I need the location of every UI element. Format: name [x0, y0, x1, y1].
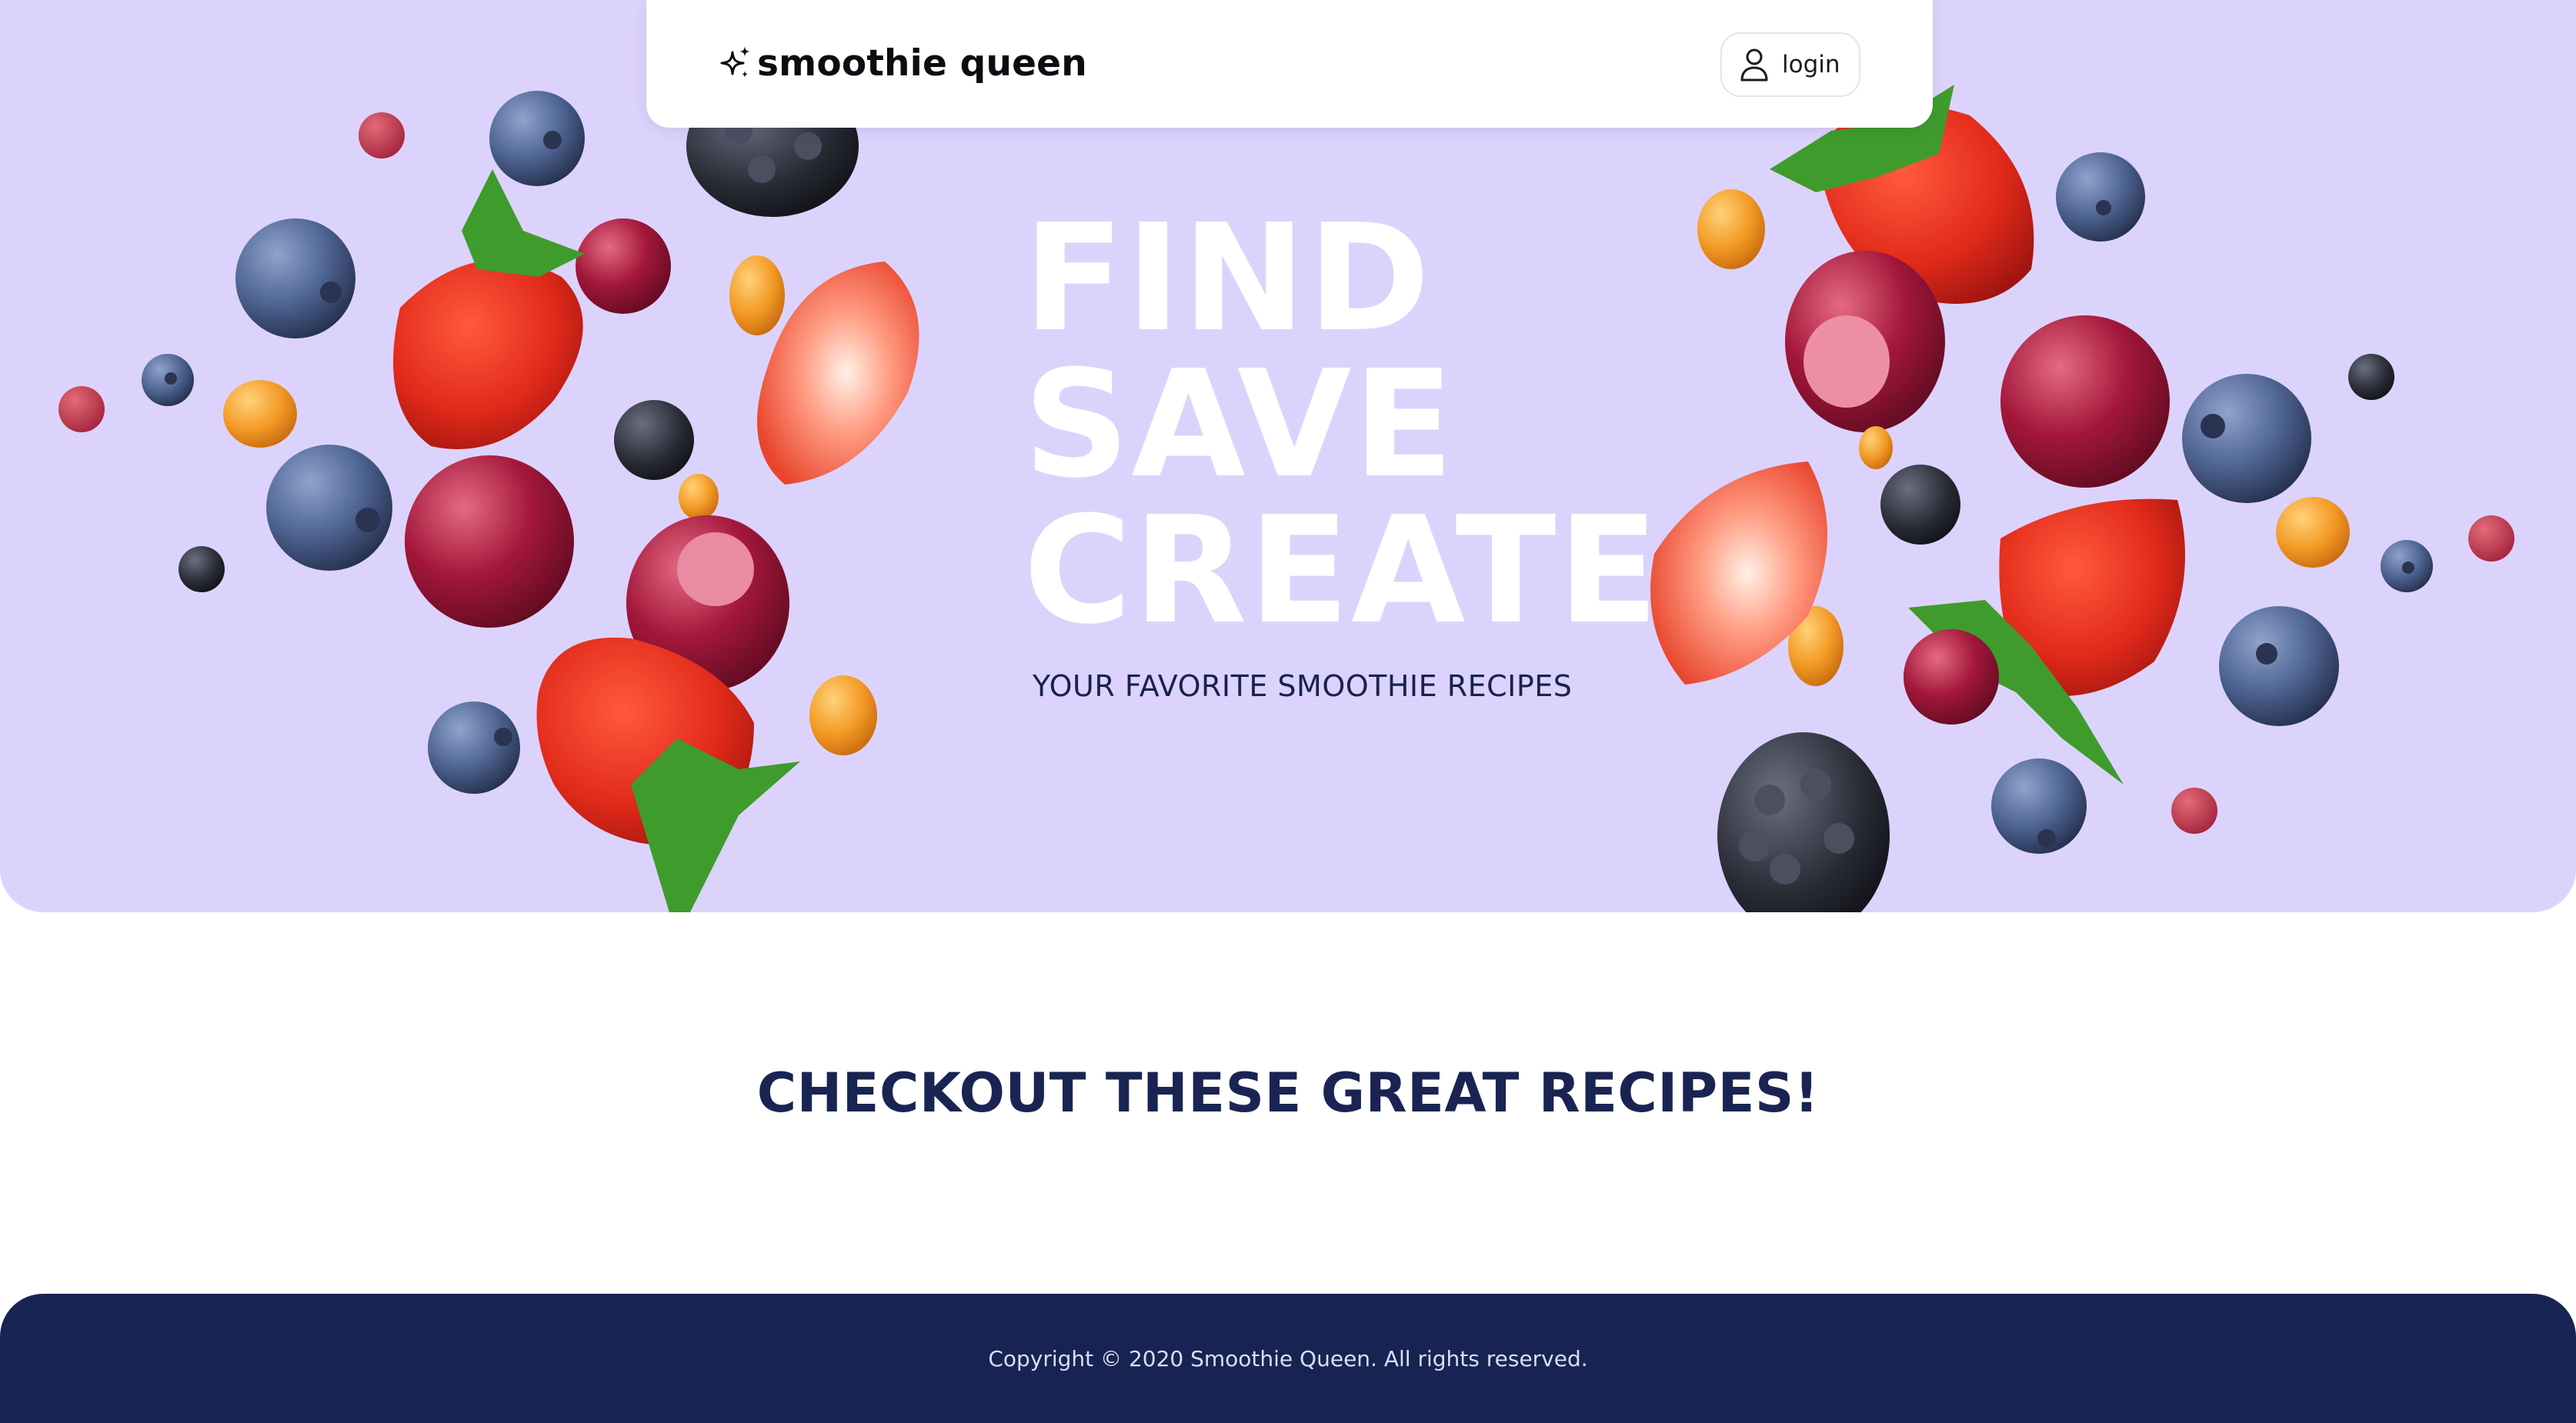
recipes-section-title: CHECKOUT THESE GREAT RECIPES!	[756, 1061, 1820, 1125]
blueberry	[2182, 374, 2311, 503]
sea-buckthorn	[2276, 497, 2350, 568]
blueberry	[2056, 152, 2145, 242]
brand-name: smoothie queen	[757, 42, 1087, 85]
footer: Copyright © 2020 Smoothie Queen. All rig…	[0, 1294, 2576, 1423]
copyright-text: Copyright © 2020 Smoothie Queen. All rig…	[988, 1346, 1588, 1371]
hero-headline: FIND SAVE CREATE	[1023, 193, 1660, 657]
black-currant	[1880, 465, 1960, 545]
strawberry	[393, 169, 585, 449]
blueberry	[2219, 606, 2339, 726]
cherry	[1904, 629, 1999, 725]
sparkles-icon	[720, 46, 750, 78]
strawberry	[1908, 498, 2185, 785]
red-currant	[58, 386, 105, 432]
brand-logo-link[interactable]: smoothie queen	[717, 42, 1087, 85]
user-icon	[1740, 48, 1768, 82]
cherry	[2000, 315, 2170, 488]
hero-banner: FIND SAVE CREATE YOUR FAVORITE SMOOTHIE …	[0, 0, 2576, 912]
red-currant	[2171, 788, 2217, 834]
sea-buckthorn	[223, 380, 297, 448]
cherry	[405, 455, 574, 628]
cherry	[576, 218, 671, 314]
blueberry	[142, 354, 194, 406]
strawberry-half	[1650, 462, 1827, 685]
sea-buckthorn	[1859, 426, 1893, 469]
cherry-half	[1785, 251, 1945, 432]
strawberry	[536, 637, 800, 912]
cherry-half	[626, 515, 789, 691]
sea-buckthorn	[1697, 189, 1765, 269]
headline-line-find: FIND	[1023, 193, 1432, 365]
black-currant	[614, 400, 694, 480]
black-currant	[179, 546, 225, 592]
red-currant	[359, 112, 405, 158]
black-currant	[2348, 354, 2394, 400]
red-currant	[2468, 515, 2514, 562]
headline-line-create: CREATE	[1023, 485, 1660, 657]
hero-subheading: YOUR FAVORITE SMOOTHIE RECIPES	[1033, 669, 1573, 703]
strawberry-half	[757, 262, 919, 485]
sea-buckthorn	[809, 675, 877, 755]
blueberry	[428, 702, 520, 794]
sea-buckthorn	[729, 255, 785, 335]
headline-line-save: SAVE	[1023, 339, 1456, 511]
sea-buckthorn	[1788, 606, 1844, 686]
blueberry	[2381, 540, 2433, 592]
login-button[interactable]: login	[1720, 32, 1860, 97]
blueberry	[266, 445, 392, 571]
blueberry	[1991, 758, 2087, 854]
blueberry	[489, 91, 585, 186]
login-label: login	[1782, 51, 1840, 78]
navbar: smoothie queen login	[646, 0, 1933, 128]
sea-buckthorn	[679, 474, 719, 520]
blackberry	[1717, 732, 1890, 912]
blueberry	[235, 218, 355, 338]
